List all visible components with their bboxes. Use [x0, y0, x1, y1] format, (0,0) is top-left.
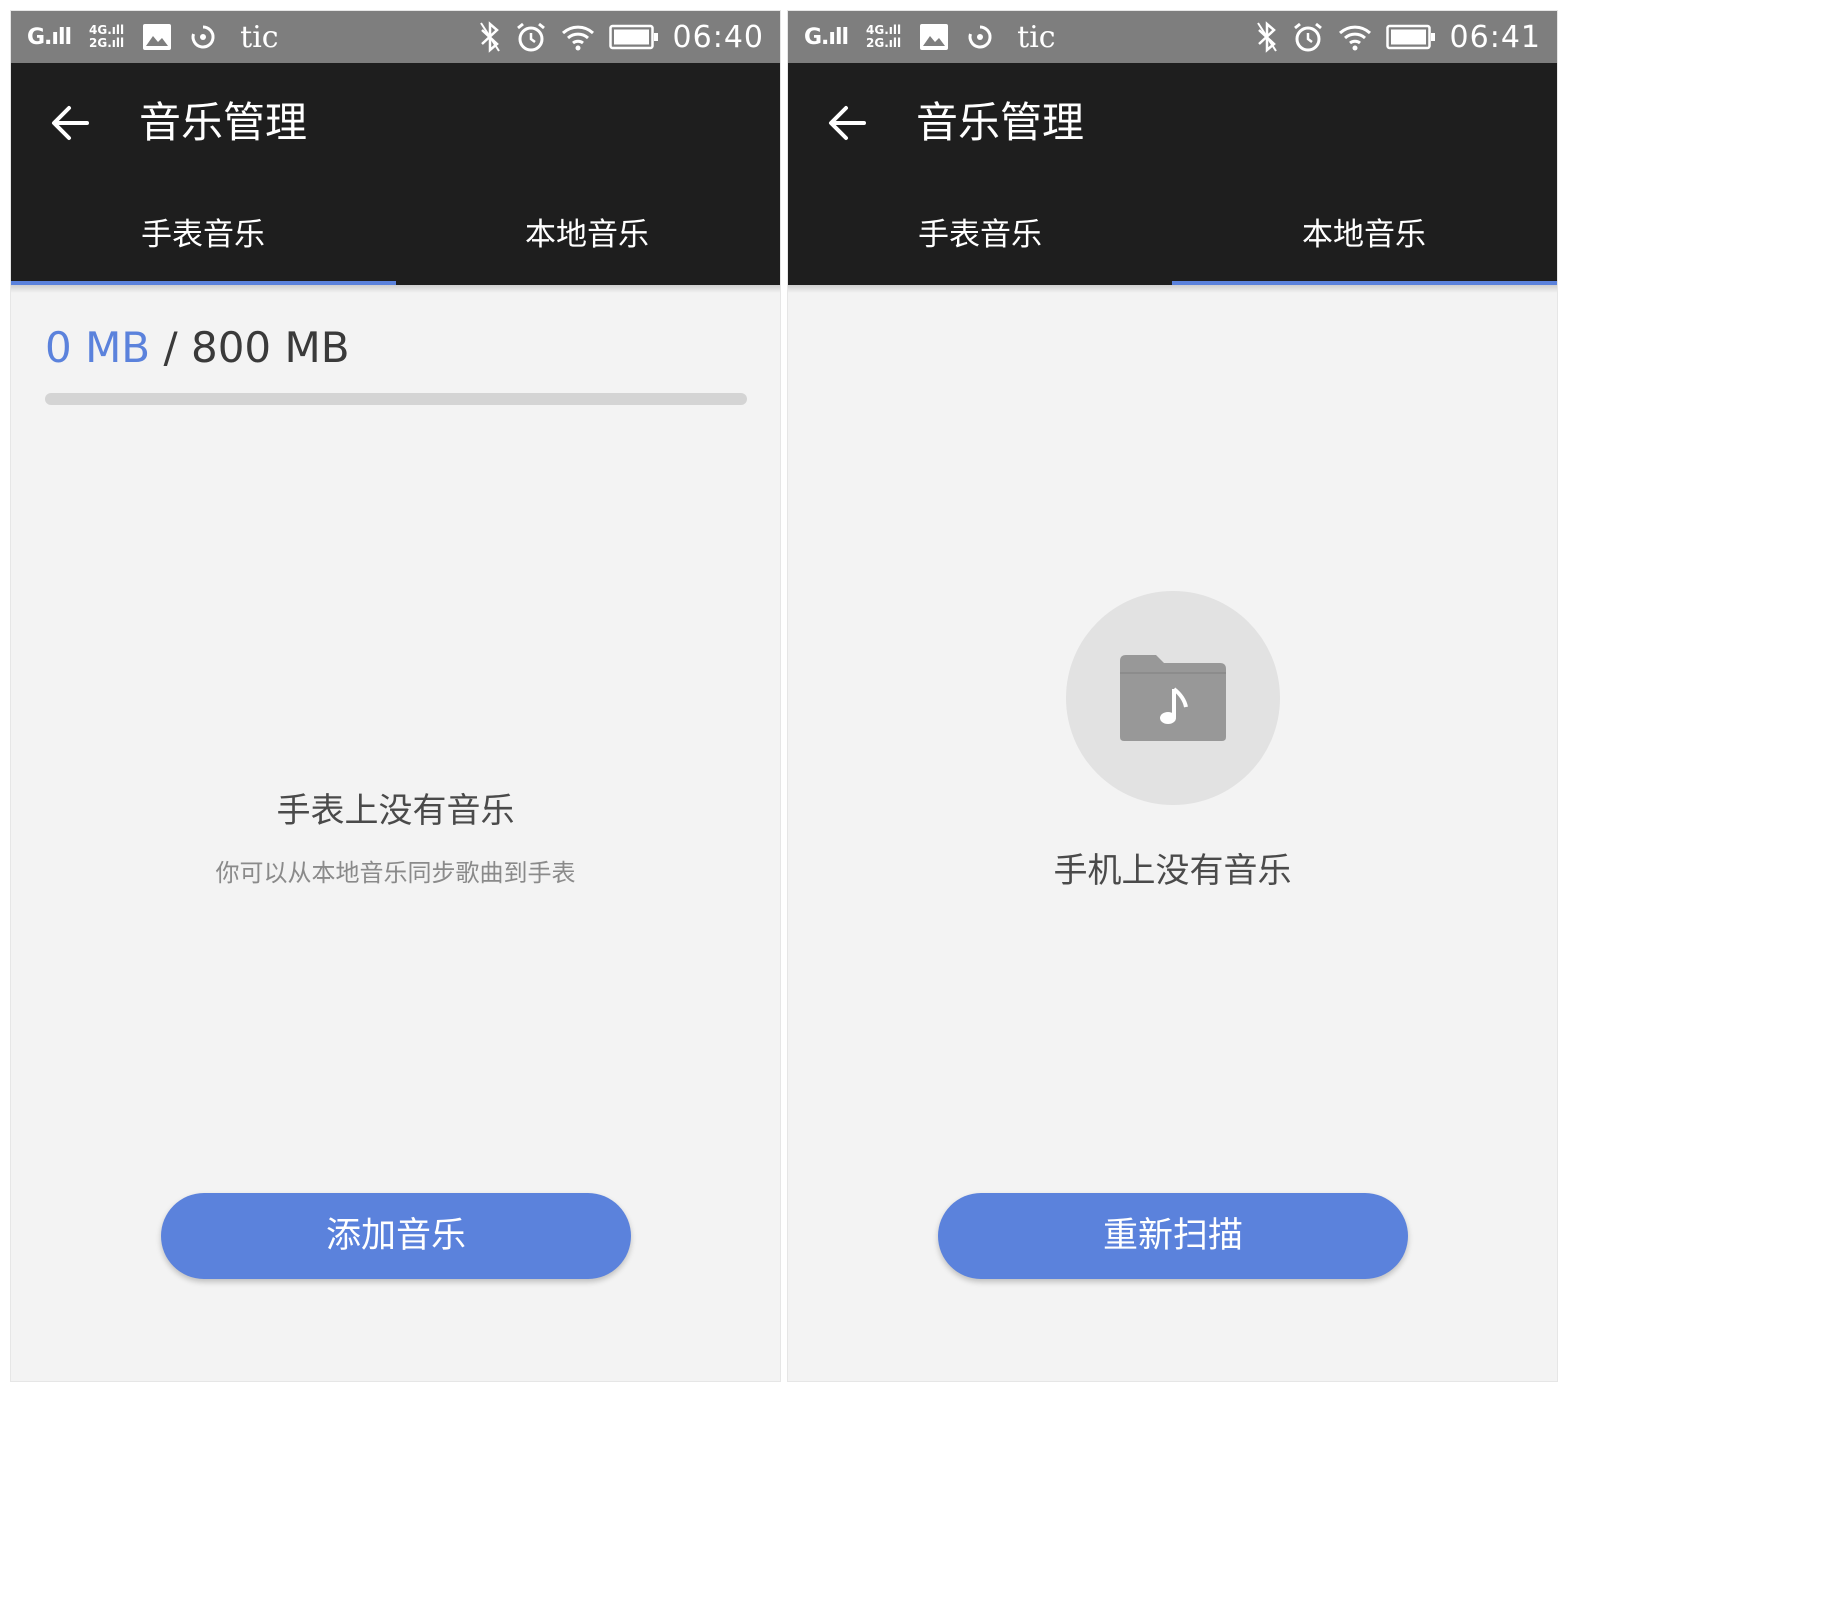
app-bar-shadow — [788, 285, 1557, 293]
rescan-button[interactable]: 重新扫描 — [938, 1193, 1408, 1279]
page-title: 音乐管理 — [139, 98, 308, 147]
battery-icon — [1385, 24, 1435, 50]
status-bar: G.ıll 4G.ıll 2G.ıll tic — [11, 11, 780, 63]
sync-notification-icon — [968, 25, 992, 49]
storage-usage: 0 MB / 800 MB — [45, 323, 350, 372]
carrier-name: tic — [240, 19, 279, 55]
local-music-screen: G.ıll 4G.ıll 2G.ıll tic 06:41 音乐管理 手表音乐 … — [787, 10, 1558, 1382]
back-arrow-icon[interactable] — [41, 93, 101, 153]
watch-music-screen: G.ıll 4G.ıll 2G.ıll tic 06:40 音乐管理 手表音乐 … — [10, 10, 781, 1382]
add-music-button[interactable]: 添加音乐 — [161, 1193, 631, 1279]
tab-local-music[interactable]: 本地音乐 — [1172, 213, 1556, 273]
bluetooth-icon — [1256, 21, 1277, 53]
tab-watch-music[interactable]: 手表音乐 — [788, 213, 1172, 273]
status-time: 06:40 — [672, 19, 764, 55]
status-time: 06:41 — [1449, 19, 1541, 55]
wifi-icon — [1338, 25, 1371, 51]
signal-strength-1: G.ıll — [27, 24, 72, 50]
battery-icon — [608, 24, 658, 50]
image-notification-icon — [143, 24, 172, 50]
signal-strength-1: G.ıll — [804, 24, 849, 50]
sync-notification-icon — [191, 25, 215, 49]
empty-state-illustration — [1066, 591, 1280, 805]
tab-watch-music[interactable]: 手表音乐 — [11, 213, 395, 273]
empty-state-title: 手机上没有音乐 — [1053, 851, 1292, 891]
signal-strength-2: 4G.ıll 2G.ıll — [866, 23, 902, 50]
back-arrow-icon[interactable] — [818, 93, 878, 153]
app-bar-shadow — [11, 285, 780, 293]
tab-local-music[interactable]: 本地音乐 — [395, 213, 779, 273]
app-bar: 音乐管理 手表音乐 本地音乐 — [11, 63, 780, 285]
wifi-icon — [561, 25, 594, 51]
signal-strength-2: 4G.ıll 2G.ıll — [89, 23, 125, 50]
empty-state-subtitle: 你可以从本地音乐同步歌曲到手表 — [215, 859, 576, 887]
page-title: 音乐管理 — [916, 98, 1085, 147]
alarm-icon — [1293, 22, 1322, 52]
image-notification-icon — [920, 24, 949, 50]
music-folder-icon — [1120, 655, 1226, 741]
bluetooth-icon — [479, 21, 500, 53]
storage-progress-bar — [45, 393, 747, 405]
alarm-icon — [516, 22, 545, 52]
storage-total: 800 MB — [190, 323, 350, 372]
empty-state-title: 手表上没有音乐 — [276, 791, 515, 831]
storage-used: 0 MB — [45, 323, 151, 372]
status-bar: G.ıll 4G.ıll 2G.ıll tic — [788, 11, 1557, 63]
carrier-name: tic — [1017, 19, 1056, 55]
app-bar: 音乐管理 手表音乐 本地音乐 — [788, 63, 1557, 285]
storage-separator: / — [150, 323, 191, 372]
